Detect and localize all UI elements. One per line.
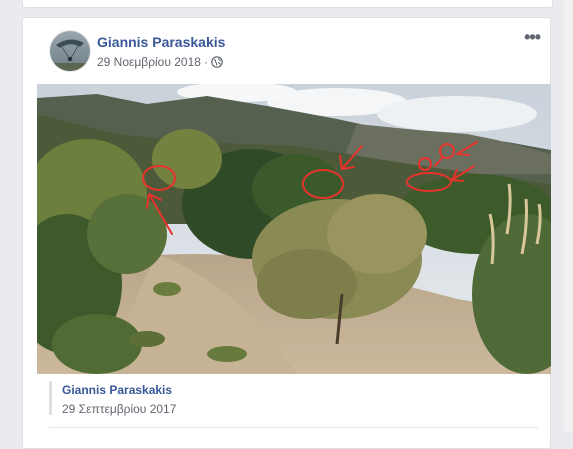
landscape-photo [37, 84, 551, 374]
meta-separator: · [203, 55, 208, 69]
scrollbar[interactable] [564, 0, 573, 431]
post-card: Giannis Paraskakis 29 Νοεμβρίου 2018 · •… [22, 17, 551, 449]
shared-post-date[interactable]: 29 Σεπτεμβρίου 2017 [62, 402, 176, 416]
avatar-image [50, 31, 90, 71]
divider [49, 427, 538, 428]
previous-post-card [22, 0, 553, 8]
shared-post-attribution: Giannis Paraskakis 29 Σεπτεμβρίου 2017 [49, 381, 176, 416]
shared-post-author-link[interactable]: Giannis Paraskakis [62, 383, 176, 397]
post-meta: 29 Νοεμβρίου 2018 · [97, 55, 223, 69]
post-date[interactable]: 29 Νοεμβρίου 2018 [97, 55, 201, 69]
more-options-icon[interactable]: ••• [524, 28, 541, 46]
post-photo[interactable] [37, 84, 551, 374]
avatar[interactable] [49, 30, 91, 72]
globe-icon[interactable] [211, 56, 223, 68]
post-author-link[interactable]: Giannis Paraskakis [97, 34, 225, 50]
